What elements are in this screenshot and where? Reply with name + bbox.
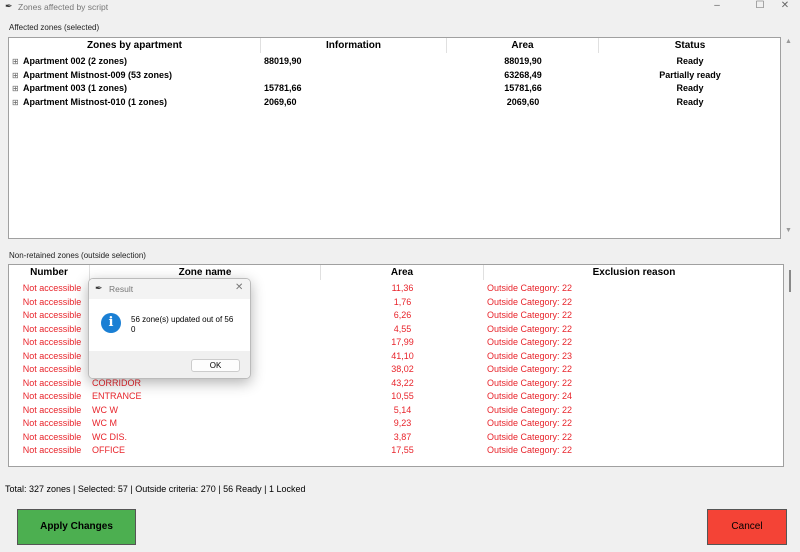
zone-number: Not accessible: [22, 350, 82, 361]
zone-area: 3,87: [393, 431, 412, 442]
zone-name: WC DIS.: [92, 431, 127, 442]
zone-area: 17,55: [391, 445, 414, 455]
zone-area: 41,10: [391, 350, 414, 361]
zone-area: 1,76: [393, 296, 412, 307]
exclusion-reason: Outside Category: 22: [487, 337, 573, 347]
zone-area: 38,02: [391, 364, 414, 374]
affected-tree[interactable]: Zones by apartment Information Area Stat…: [8, 37, 781, 239]
exclusion-reason: Outside Category: 22: [487, 323, 573, 334]
nonretained-scrollbar[interactable]: [785, 264, 796, 467]
zone-number: Not accessible: [22, 418, 82, 428]
zone-area: 5,14: [393, 404, 412, 415]
apartment-name: Apartment 002 (2 zones): [23, 56, 128, 66]
col-header-zones[interactable]: Zones by apartment: [9, 38, 261, 53]
zone-number: Not accessible: [22, 445, 82, 455]
maximize-button[interactable]: ☐: [750, 0, 770, 11]
zone-area: 10,55: [391, 391, 414, 401]
feather-icon: ✒: [95, 283, 103, 293]
status-summary: Total: 327 zones | Selected: 57 | Outsid…: [5, 484, 306, 494]
apartment-info: 15781,66: [264, 83, 302, 93]
zone-number: Not accessible: [22, 296, 82, 307]
exclusion-reason: Outside Category: 22: [487, 404, 573, 415]
apartment-name: Apartment Mistnost-010 (1 zones): [23, 96, 168, 107]
zone-number: Not accessible: [22, 283, 82, 293]
zone-number: Not accessible: [22, 377, 82, 388]
zone-number: Not accessible: [22, 391, 82, 401]
col-header-status[interactable]: Status: [599, 38, 781, 53]
close-button[interactable]: ✕: [775, 0, 795, 11]
zone-number: Not accessible: [22, 310, 82, 320]
scroll-up-icon[interactable]: ▲: [785, 38, 792, 45]
scroll-down-icon[interactable]: ▼: [785, 227, 792, 234]
zone-name: ENTRANCE: [92, 391, 142, 401]
col-header-area[interactable]: Area: [447, 38, 599, 53]
dialog-title-bar: ✒ Result ✕: [89, 279, 250, 299]
ok-button[interactable]: OK: [191, 359, 240, 372]
expand-icon[interactable]: ⊞: [12, 55, 19, 68]
apartment-status: Ready: [676, 83, 704, 93]
dialog-title: Result: [109, 284, 134, 294]
col-header-information[interactable]: Information: [261, 38, 447, 53]
exclusion-reason: Outside Category: 22: [487, 445, 573, 455]
apartment-area: 63268,49: [504, 69, 542, 80]
zone-number: Not accessible: [22, 404, 82, 415]
cancel-button[interactable]: Cancel: [707, 509, 787, 545]
col-header-area[interactable]: Area: [321, 265, 484, 280]
zone-number: Not accessible: [22, 364, 82, 374]
zone-name: WC M: [92, 418, 117, 428]
scrollbar-thumb[interactable]: [789, 270, 791, 292]
zone-area: 43,22: [391, 377, 414, 388]
col-header-exclusion-reason[interactable]: Exclusion reason: [484, 265, 784, 280]
app-feather-icon: ✒: [5, 1, 13, 11]
zone-area: 17,99: [391, 337, 414, 347]
zone-number: Not accessible: [22, 323, 82, 334]
exclusion-reason: Outside Category: 22: [487, 310, 573, 320]
zone-name: WC W: [92, 404, 118, 415]
zone-area: 11,36: [391, 283, 414, 293]
zone-area: 4,55: [393, 323, 412, 334]
exclusion-reason: Outside Category: 22: [487, 377, 573, 388]
apartment-area: 2069,60: [506, 96, 540, 107]
exclusion-reason: Outside Category: 22: [487, 283, 573, 293]
apartment-area: 88019,90: [504, 56, 542, 66]
apartment-name: Apartment 003 (1 zones): [23, 83, 128, 93]
info-icon: i: [101, 313, 121, 333]
exclusion-reason: Outside Category: 24: [487, 391, 573, 401]
apartment-info: 2069,60: [264, 96, 297, 107]
minimize-button[interactable]: –: [707, 0, 727, 11]
zone-area: 6,26: [393, 310, 412, 320]
apartment-status: Partially ready: [659, 69, 721, 80]
apartment-area: 15781,66: [504, 83, 542, 93]
zone-number: Not accessible: [22, 337, 82, 347]
apartment-status: Ready: [676, 96, 704, 107]
zone-number: Not accessible: [22, 431, 82, 442]
affected-scrollbar[interactable]: ▲ ▼: [782, 37, 795, 239]
apartment-info: 88019,90: [264, 56, 302, 66]
nonretained-group-label: Non-retained zones (outside selection): [9, 251, 146, 260]
apply-changes-button[interactable]: Apply Changes: [17, 509, 136, 545]
col-header-number[interactable]: Number: [9, 265, 90, 280]
result-dialog: ✒ Result ✕ i 56 zone(s) updated out of 5…: [88, 278, 251, 379]
dialog-close-button[interactable]: ✕: [235, 282, 243, 293]
expand-icon[interactable]: ⊞: [12, 69, 19, 82]
exclusion-reason: Outside Category: 22: [487, 431, 573, 442]
expand-icon[interactable]: ⊞: [12, 96, 19, 109]
apartment-name: Apartment Mistnost-009 (53 zones): [23, 69, 173, 80]
exclusion-reason: Outside Category: 22: [487, 364, 573, 374]
exclusion-reason: Outside Category: 22: [487, 418, 573, 428]
dialog-message-cont: 0: [131, 325, 136, 334]
window-title: Zones affected by script: [18, 2, 109, 12]
zone-name: OFFICE: [92, 445, 125, 455]
affected-group-label: Affected zones (selected): [9, 23, 100, 32]
apartment-status: Ready: [676, 56, 704, 66]
zone-area: 9,23: [393, 418, 412, 428]
exclusion-reason: Outside Category: 23: [487, 350, 573, 361]
exclusion-reason: Outside Category: 22: [487, 296, 573, 307]
expand-icon[interactable]: ⊞: [12, 82, 19, 95]
dialog-message: 56 zone(s) updated out of 56: [131, 315, 234, 324]
title-bar: ✒ Zones affected by script – ☐ ✕: [0, 0, 800, 14]
